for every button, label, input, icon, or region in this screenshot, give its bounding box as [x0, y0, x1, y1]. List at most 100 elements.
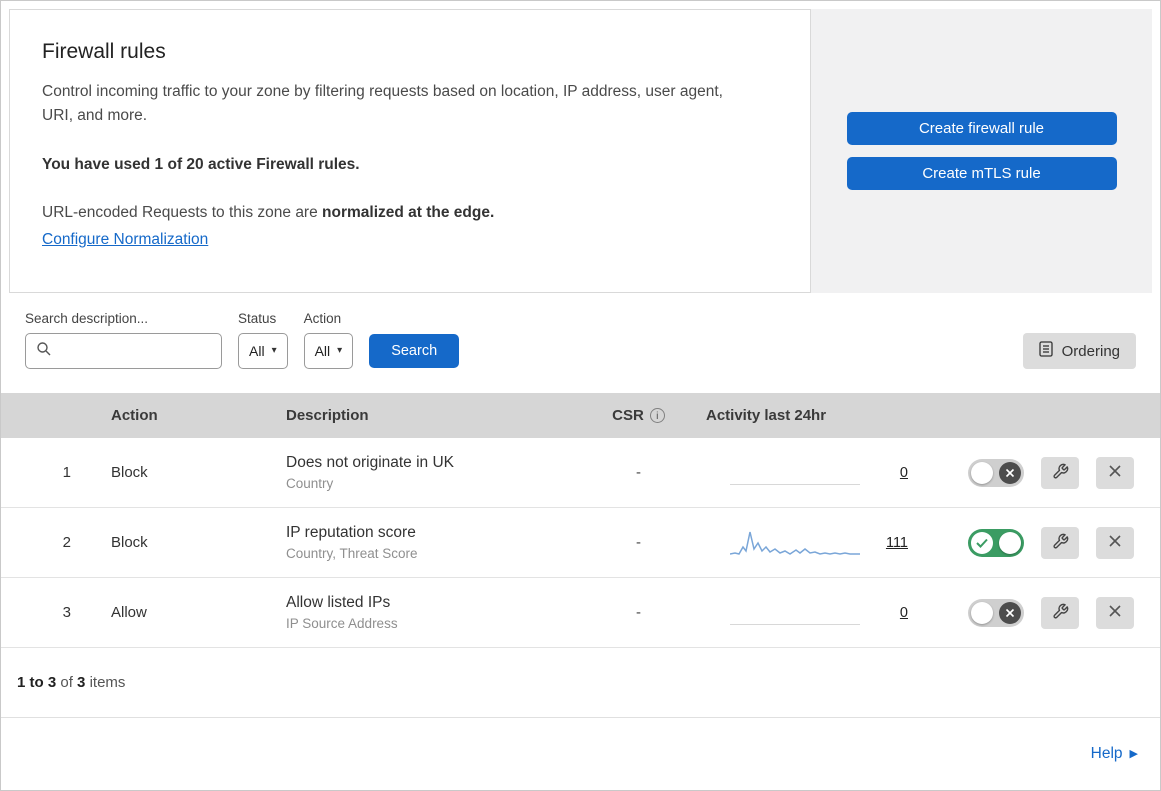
rule-csr-value: - — [636, 604, 641, 621]
toggle-state-icon — [999, 601, 1021, 624]
rule-action: Allow — [111, 604, 147, 621]
rule-description-cell: Does not originate in UK Country — [266, 454, 591, 491]
search-box — [25, 333, 222, 369]
create-firewall-rule-button[interactable]: Create firewall rule — [846, 112, 1117, 145]
edit-rule-button[interactable] — [1041, 456, 1079, 489]
normalization-text: URL-encoded Requests to this zone are — [42, 204, 318, 222]
toggle-state-icon — [999, 461, 1021, 484]
arrow-right-icon: ▶ — [1129, 747, 1138, 760]
rule-match-fields: Country — [286, 476, 334, 491]
rule-match-fields: IP Source Address — [286, 616, 398, 631]
header-action: Action — [111, 407, 158, 424]
normalization-note: URL-encoded Requests to this zone are no… — [42, 204, 778, 222]
ordering-icon — [1038, 341, 1053, 361]
close-icon — [1108, 604, 1122, 621]
toggle-knob — [971, 461, 993, 484]
chevron-down-icon: ▾ — [337, 345, 343, 356]
rule-enabled-toggle[interactable] — [968, 528, 1024, 557]
rule-controls — [936, 596, 1160, 629]
toggle-knob — [999, 531, 1021, 554]
status-dropdown[interactable]: All ▾ — [238, 333, 288, 369]
status-filter-group: Status All ▾ — [238, 311, 288, 369]
ordering-button-label: Ordering — [1061, 342, 1120, 360]
table-row: 2 Block IP reputation score Country, Thr… — [1, 508, 1160, 578]
activity-baseline — [730, 623, 860, 625]
rule-csr-value: - — [636, 464, 641, 481]
search-icon — [36, 341, 51, 361]
csr-info-icon[interactable]: i — [649, 408, 665, 423]
activity-sparkline — [730, 595, 860, 631]
rule-enabled-toggle[interactable] — [968, 598, 1024, 627]
rule-priority: 1 — [62, 464, 71, 481]
edit-rule-button[interactable] — [1041, 596, 1079, 629]
wrench-icon — [1052, 533, 1069, 553]
rule-controls — [936, 526, 1160, 559]
rule-description: IP reputation score — [286, 524, 416, 541]
normalization-bold-text: normalized at the edge. — [322, 204, 495, 222]
chevron-down-icon: ▾ — [271, 345, 277, 356]
rules-table: Action Description CSR i Activity last 2… — [1, 393, 1160, 718]
rule-controls — [936, 456, 1160, 489]
configure-normalization-link[interactable]: Configure Normalization — [42, 231, 208, 248]
usage-summary: You have used 1 of 20 active Firewall ru… — [42, 156, 360, 174]
search-label: Search description... — [25, 311, 149, 326]
rule-priority: 3 — [62, 604, 71, 621]
close-icon — [1108, 464, 1122, 481]
table-row: 3 Allow Allow listed IPs IP Source Addre… — [1, 578, 1160, 648]
rule-activity-cell: 0 — [686, 455, 936, 491]
action-dropdown[interactable]: All ▾ — [303, 333, 354, 369]
rule-description-cell: IP reputation score Country, Threat Scor… — [266, 524, 591, 561]
page-description: Control incoming traffic to your zone by… — [42, 83, 723, 125]
wrench-icon — [1052, 603, 1069, 623]
toggle-state-icon — [971, 531, 993, 554]
help-link[interactable]: Help ▶ — [1091, 745, 1138, 763]
rule-description: Does not originate in UK — [286, 454, 455, 471]
items-word: items — [89, 674, 126, 691]
wrench-icon — [1052, 463, 1069, 483]
delete-rule-button[interactable] — [1096, 456, 1134, 489]
activity-sparkline — [730, 455, 860, 491]
activity-baseline — [730, 483, 860, 485]
search-group: Search description... — [25, 311, 222, 369]
rule-activity-cell: 111 — [686, 525, 936, 561]
items-range: 1 to 3 — [17, 674, 57, 691]
rule-action: Block — [111, 464, 148, 481]
status-label: Status — [238, 311, 277, 326]
action-label: Action — [303, 311, 342, 326]
search-input[interactable] — [59, 342, 211, 360]
rule-match-fields: Country, Threat Score — [286, 546, 418, 561]
rule-action: Block — [111, 534, 148, 551]
rule-enabled-toggle[interactable] — [968, 458, 1024, 487]
delete-rule-button[interactable] — [1096, 526, 1134, 559]
table-header: Action Description CSR i Activity last 2… — [1, 393, 1160, 438]
firewall-rules-page: Firewall rules Control incoming traffic … — [0, 0, 1161, 791]
items-of-word: of — [60, 674, 73, 691]
activity-count[interactable]: 0 — [882, 605, 908, 621]
action-dropdown-value: All — [314, 343, 331, 359]
header-csr-label: CSR — [612, 407, 644, 424]
intro-section: Firewall rules Control incoming traffic … — [1, 1, 1160, 293]
search-button[interactable]: Search — [369, 334, 460, 368]
create-mtls-rule-button[interactable]: Create mTLS rule — [846, 157, 1117, 190]
rule-description: Allow listed IPs — [286, 594, 391, 611]
rule-description-cell: Allow listed IPs IP Source Address — [266, 594, 591, 631]
edit-rule-button[interactable] — [1041, 526, 1079, 559]
help-link-label: Help — [1090, 745, 1123, 762]
table-row: 1 Block Does not originate in UK Country… — [1, 438, 1160, 508]
status-dropdown-value: All — [249, 343, 265, 359]
header-description: Description — [286, 407, 369, 424]
activity-count[interactable]: 111 — [882, 535, 908, 551]
firewall-rules-card: Firewall rules Control incoming traffic … — [9, 9, 811, 293]
actions-panel: Create firewall rule Create mTLS rule — [811, 9, 1152, 293]
rule-activity-cell: 0 — [686, 595, 936, 631]
ordering-button[interactable]: Ordering — [1022, 333, 1136, 369]
page-title: Firewall rules — [42, 40, 166, 63]
action-filter-group: Action All ▾ — [303, 311, 354, 369]
close-icon — [1108, 534, 1122, 551]
filter-bar: Search description... Status All ▾ Actio… — [1, 293, 1160, 393]
activity-count[interactable]: 0 — [882, 465, 908, 481]
rule-csr-value: - — [636, 534, 641, 551]
items-count: 1 to 3 of 3 items — [1, 648, 1160, 718]
activity-sparkline — [730, 525, 860, 561]
delete-rule-button[interactable] — [1096, 596, 1134, 629]
